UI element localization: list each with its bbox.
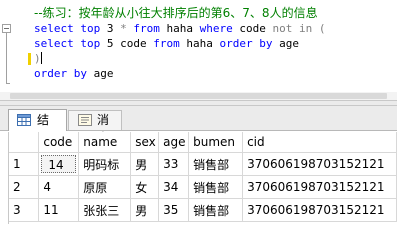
code-token: 5	[106, 37, 121, 50]
header-row: code name sex age bumen cid	[8, 132, 397, 153]
code-token: *	[120, 22, 134, 35]
table-row[interactable]: 3 11 张张三 男 35 销售部 370606198703152121	[8, 198, 397, 222]
column-header-name[interactable]: name	[78, 132, 132, 153]
sql-code[interactable]: --练习：按年龄从小往大排序后的第6、7、8人的信息 select top 3 *…	[34, 6, 325, 81]
code-line[interactable]: select top 3 * from haha where code not …	[34, 21, 325, 36]
table-row[interactable]: 2 4 原原 女 34 销售部 370606198703152121	[8, 175, 397, 199]
cell-age[interactable]: 33	[158, 152, 190, 176]
column-header-rownum[interactable]	[8, 132, 40, 153]
code-line[interactable]: select top 5 code from haha order by age	[34, 36, 325, 51]
cell-bumen[interactable]: 销售部	[188, 175, 244, 199]
row-number[interactable]: 2	[8, 175, 40, 199]
code-token: age	[93, 67, 114, 80]
fold-guide-end	[6, 83, 10, 84]
code-token: )	[34, 52, 41, 65]
editor-gutter	[0, 0, 11, 100]
cell-age[interactable]: 34	[158, 175, 190, 199]
code-token: from	[133, 22, 167, 35]
code-token: age	[279, 37, 299, 50]
table-row[interactable]: 1 14 明码标 男 33 销售部 370606198703152121	[8, 152, 397, 176]
code-token: 3	[106, 22, 121, 35]
grid-left-border	[8, 132, 9, 224]
text-caret	[40, 52, 42, 64]
collapse-icon[interactable]	[2, 24, 11, 33]
column-header-code[interactable]: code	[38, 132, 80, 153]
code-token: where	[199, 22, 240, 35]
cell-bumen[interactable]: 销售部	[188, 152, 244, 176]
cell-bumen[interactable]: 销售部	[188, 198, 244, 222]
modified-line-marker	[28, 53, 31, 65]
sql-editor[interactable]: --练习：按年龄从小往大排序后的第6、7、8人的信息 select top 3 *…	[0, 0, 397, 100]
cell-name[interactable]: 明码标	[78, 152, 132, 176]
code-token: select top	[34, 22, 107, 35]
code-token: from	[153, 37, 187, 50]
cell-age[interactable]: 35	[158, 198, 190, 222]
results-table: code name sex age bumen cid 1 14 明码标 男 3…	[8, 132, 397, 222]
cell-cid[interactable]: 370606198703152121	[242, 198, 397, 222]
editor-horizontal-scrollbar[interactable]	[0, 92, 397, 100]
result-tabs: 结果 消息	[0, 106, 397, 147]
selected-cell[interactable]: 14	[41, 155, 77, 173]
row-number[interactable]: 3	[8, 198, 40, 222]
column-header-bumen[interactable]: bumen	[188, 132, 244, 153]
cell-sex[interactable]: 女	[130, 175, 160, 199]
cell-code[interactable]: 14	[38, 152, 80, 176]
message-icon	[78, 114, 92, 126]
code-token: --练习：按年龄从小往大排序后的第6、7、8人的信息	[34, 6, 318, 20]
results-grid[interactable]: code name sex age bumen cid 1 14 明码标 男 3…	[8, 132, 397, 224]
grid-icon	[17, 114, 31, 126]
code-token: haha	[186, 37, 220, 50]
scrollbar-thumb[interactable]	[10, 93, 387, 99]
cell-name[interactable]: 原原	[78, 175, 132, 199]
cell-sex[interactable]: 男	[130, 152, 160, 176]
fold-guide	[6, 33, 7, 83]
code-token: not in (	[272, 22, 326, 35]
column-header-cid[interactable]: cid	[242, 132, 397, 153]
code-token: order by	[34, 67, 94, 80]
row-number[interactable]: 1	[8, 152, 40, 176]
code-line[interactable]: order by age	[34, 66, 325, 81]
code-line[interactable]: --练习：按年龄从小往大排序后的第6、7、8人的信息	[34, 6, 325, 21]
cell-code[interactable]: 4	[38, 175, 80, 199]
cell-sex[interactable]: 男	[130, 198, 160, 222]
column-header-sex[interactable]: sex	[130, 132, 160, 153]
code-line[interactable]: )	[34, 51, 325, 66]
tab-results[interactable]: 结果	[8, 109, 67, 147]
column-header-age[interactable]: age	[158, 132, 190, 153]
code-token: order by	[219, 37, 280, 50]
tab-messages[interactable]: 消息	[68, 110, 122, 145]
code-token: haha	[166, 22, 200, 35]
code-token: select top	[34, 37, 107, 50]
cell-name[interactable]: 张张三	[78, 198, 132, 222]
code-token: code	[239, 22, 273, 35]
code-token: code	[120, 37, 154, 50]
cell-cid[interactable]: 370606198703152121	[242, 175, 397, 199]
cell-code[interactable]: 11	[38, 198, 80, 222]
cell-cid[interactable]: 370606198703152121	[242, 152, 397, 176]
